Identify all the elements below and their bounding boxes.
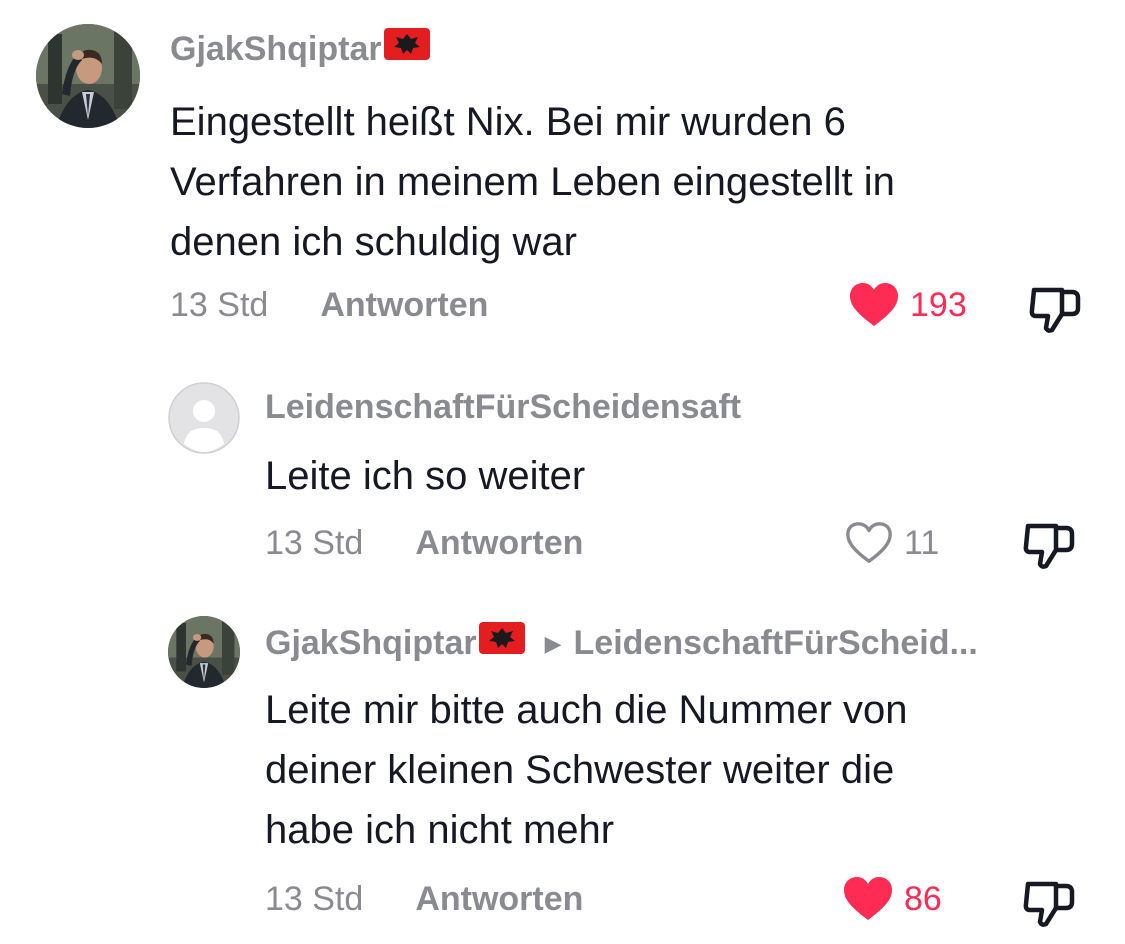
heart-icon [850, 283, 898, 326]
comment-meta: 13 Std Antworten [265, 524, 583, 563]
like-count: 86 [904, 879, 942, 918]
comment-username[interactable]: GjakShqiptar ▶ LeidenschaftFürScheid... [265, 621, 978, 666]
reply-button[interactable]: Antworten [415, 524, 583, 563]
comment-username[interactable]: GjakShqiptar [170, 27, 430, 72]
comment-username[interactable]: LeidenschaftFürScheidensaft [265, 388, 741, 427]
like-button[interactable]: 193 [848, 282, 967, 328]
comment-text-line: Eingestellt heißt Nix. Bei mir wurden 6 [170, 100, 846, 144]
reply-button[interactable]: Antworten [415, 880, 583, 919]
caret-right-icon: ▶ [544, 631, 562, 656]
albanian-flag-icon [383, 27, 430, 69]
thumbs-down-icon [1023, 523, 1075, 569]
heart-icon [844, 877, 892, 920]
like-button[interactable]: 11 [844, 520, 939, 566]
albanian-flag-icon [478, 621, 525, 663]
avatar[interactable] [168, 382, 240, 454]
reply-button[interactable]: Antworten [320, 286, 488, 325]
avatar-photo [168, 616, 240, 688]
avatar-photo [36, 24, 140, 128]
comment-text-line: habe ich nicht mehr [265, 808, 615, 852]
reply-target-username[interactable]: LeidenschaftFürScheid... [574, 624, 978, 662]
dislike-button[interactable] [1022, 878, 1076, 935]
comment-timestamp: 13 Std [170, 286, 269, 324]
reply-item: GjakShqiptar ▶ LeidenschaftFürScheid... L… [0, 600, 1125, 944]
thumbs-down-icon [1029, 287, 1081, 333]
comment-timestamp: 13 Std [265, 880, 364, 918]
comment-text-line: Leite ich so weiter [265, 454, 586, 498]
comment-timestamp: 13 Std [265, 524, 364, 562]
reply-item: LeidenschaftFürScheidensaft Leite ich so… [0, 370, 1125, 590]
like-button[interactable]: 86 [842, 876, 942, 922]
comment-meta: 13 Std Antworten [170, 286, 488, 325]
avatar[interactable] [168, 616, 240, 688]
avatar[interactable] [36, 24, 140, 128]
comment-text: Leite ich so weiter [265, 446, 1065, 506]
comment-meta: 13 Std Antworten [265, 880, 583, 919]
like-count: 193 [910, 285, 967, 324]
comment-text: Leite mir bitte auch die Nummer von dein… [265, 680, 1095, 860]
comment-thread: GjakShqiptar Eingestellt heißt Nix. Bei … [0, 0, 1125, 944]
comment-text-line: Leite mir bitte auch die Nummer von [265, 688, 908, 732]
comment-item: GjakShqiptar Eingestellt heißt Nix. Bei … [0, 0, 1125, 360]
username-text[interactable]: GjakShqiptar [265, 624, 477, 662]
comment-text: Eingestellt heißt Nix. Bei mir wurden 6 … [170, 92, 1070, 272]
comment-text-line: deiner kleinen Schwester weiter die [265, 748, 895, 792]
default-avatar-icon [168, 382, 240, 454]
comment-text-line: denen ich schuldig war [170, 220, 577, 264]
thumbs-down-icon [1023, 881, 1075, 927]
dislike-button[interactable] [1028, 284, 1082, 341]
like-count: 11 [904, 523, 940, 562]
heart-outline-icon [846, 522, 892, 563]
username-text[interactable]: GjakShqiptar [170, 30, 382, 68]
dislike-button[interactable] [1022, 520, 1076, 577]
username-text[interactable]: LeidenschaftFürScheidensaft [265, 388, 741, 426]
comment-text-line: Verfahren in meinem Leben eingestellt in [170, 160, 895, 204]
